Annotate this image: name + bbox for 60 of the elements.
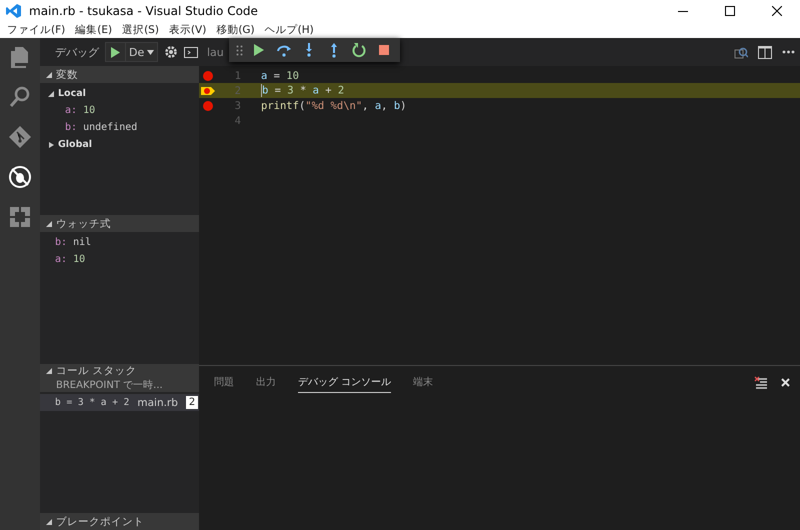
current-breakpoint-icon[interactable] (200, 86, 216, 96)
launch-configuration[interactable]: De (105, 42, 158, 62)
line-number: 2 (234, 84, 241, 96)
variable-row-text: a: 10 (55, 253, 86, 267)
line-number: 1 (234, 70, 241, 82)
window-title: main.rb - tsukasa - Visual Studio Code (29, 4, 259, 18)
magnifier-icon[interactable] (734, 46, 748, 58)
variable-row-text: a: 10 (65, 104, 96, 118)
menu-item[interactable]: ヘルプ(H) (260, 23, 319, 37)
menu-item[interactable]: 表示(V) (164, 23, 212, 37)
maximize-icon[interactable] (724, 6, 734, 16)
line-badge: 2 (186, 396, 198, 409)
app-logo-icon (6, 3, 22, 19)
panel-tab[interactable]: 問題 (214, 372, 234, 392)
code-line: b = 3 * a + 2 (261, 84, 344, 97)
code-line: printf("%d %d\n", a, b) (261, 100, 406, 112)
terminal-icon[interactable] (184, 46, 198, 58)
expanded-icon[interactable] (48, 90, 54, 96)
breakpoint-icon[interactable] (203, 100, 213, 110)
section-header[interactable]: 変数 (56, 68, 78, 82)
panel-tab[interactable]: デバッグ コンソール (298, 372, 392, 392)
scope-label[interactable]: Global (58, 139, 92, 150)
call-stack-row[interactable]: b = 3 * a + 2 main.rb 2 (40, 394, 199, 411)
line-number: 4 (234, 114, 241, 126)
breakpoint-icon[interactable] (203, 70, 213, 80)
diamond-icon[interactable] (7, 124, 33, 150)
file-name: main.rb (137, 396, 178, 408)
squares-icon[interactable] (7, 204, 33, 230)
status-label: BREAKPOINT で一時... (56, 378, 163, 392)
code-line: a = 10 (261, 70, 299, 82)
expanded-icon[interactable] (46, 518, 52, 524)
close-icon[interactable] (772, 6, 782, 16)
variable-row-text: b: undefined (65, 121, 138, 135)
section-header[interactable]: コール スタック (56, 364, 136, 378)
menu-item[interactable]: 移動(G) (211, 23, 260, 37)
menu-item[interactable]: 選択(S) (117, 23, 164, 37)
restart-icon[interactable] (351, 42, 367, 58)
panel-tab[interactable]: 端末 (413, 372, 434, 392)
sidebar-title: デバッグ (55, 44, 99, 60)
variable-row-text: b: nil (55, 236, 92, 250)
editor-tab[interactable]: lau (207, 46, 224, 58)
frame-name: b = 3 * a + 2 (55, 397, 130, 408)
line-number: 3 (234, 100, 241, 112)
menu-item[interactable]: ファイル(F) (2, 23, 70, 37)
collapsed-icon[interactable] (48, 142, 54, 148)
settings-icon[interactable] (164, 45, 178, 59)
expanded-icon[interactable] (46, 368, 52, 374)
expanded-icon[interactable] (46, 220, 52, 226)
configuration-name: De (129, 46, 144, 58)
grip-icon[interactable] (236, 44, 243, 56)
split-editor-icon[interactable] (758, 46, 772, 58)
bug-icon[interactable] (7, 164, 33, 190)
expanded-icon[interactable] (46, 72, 52, 78)
scope-label[interactable]: Local (58, 88, 86, 99)
menu-item[interactable]: 編集(E) (70, 23, 118, 37)
panel-tab[interactable]: 出力 (256, 372, 276, 392)
clear-console-icon[interactable] (754, 376, 768, 388)
stop-icon[interactable] (376, 42, 392, 58)
play-icon[interactable] (111, 46, 120, 58)
caret-icon[interactable] (147, 50, 154, 54)
